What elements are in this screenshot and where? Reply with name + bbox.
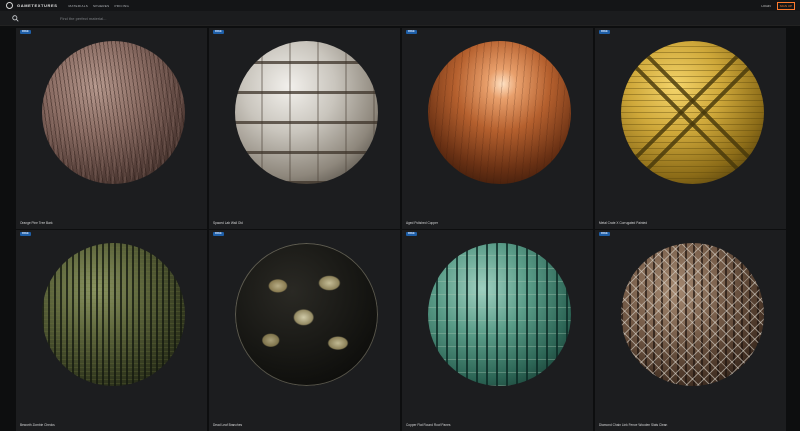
nav-item-spheres[interactable]: SPHERES [93, 4, 109, 8]
main-nav: MATERIALS SPHERES PRICING [69, 4, 135, 8]
free-badge: FREE [20, 30, 31, 34]
site-logo[interactable]: GAMETEXTURES [6, 2, 58, 9]
leaf-sphere-icon [234, 243, 378, 386]
roof-sphere-icon [427, 243, 571, 386]
nav-item-pricing[interactable]: PRICING [114, 4, 129, 8]
material-card[interactable]: FREE Copper Flat Round Roof Panes [402, 230, 593, 431]
login-link[interactable]: LOGIN [761, 4, 770, 8]
material-grid: FREE Orange Pine Tree Bark FREE Spaced L… [16, 28, 790, 431]
material-name[interactable]: Copper Flat Round Roof Panes [406, 423, 450, 427]
material-name[interactable]: Diamond Chain Link Fence Wooden Slats Cl… [599, 423, 667, 427]
nav-item-materials[interactable]: MATERIALS [69, 4, 88, 8]
free-badge: FREE [599, 30, 610, 34]
material-card[interactable]: FREE Spaced Lab Wall Old [209, 28, 400, 229]
material-name[interactable]: Beworth Zombie Checks [20, 423, 55, 427]
free-badge: FREE [599, 232, 610, 236]
search-bar [0, 11, 800, 26]
logo-icon [6, 2, 13, 9]
material-name[interactable]: Dead Leaf Branches [213, 423, 242, 427]
bark-sphere-icon [41, 41, 185, 184]
fence-sphere-icon [620, 243, 764, 386]
material-card[interactable]: FREE Metal Crate X Corrugated Painted [595, 28, 786, 229]
organic-sphere-icon [41, 243, 185, 386]
material-card[interactable]: FREE Orange Pine Tree Bark [16, 28, 207, 229]
signup-button[interactable]: SIGN UP [776, 1, 795, 10]
free-badge: FREE [213, 232, 224, 236]
material-name[interactable]: Spaced Lab Wall Old [213, 221, 243, 225]
crate-sphere-icon [620, 41, 764, 184]
top-navigation-bar: GAMETEXTURES MATERIALS SPHERES PRICING L… [0, 0, 800, 11]
search-icon[interactable] [0, 11, 30, 26]
account-actions: LOGIN SIGN UP [761, 1, 795, 10]
material-card[interactable]: FREE Diamond Chain Link Fence Wooden Sla… [595, 230, 786, 431]
logo-text: GAMETEXTURES [17, 3, 58, 8]
free-badge: FREE [406, 30, 417, 34]
free-badge: FREE [406, 232, 417, 236]
material-card[interactable]: FREE Beworth Zombie Checks [16, 230, 207, 431]
free-badge: FREE [20, 232, 31, 236]
material-card[interactable]: FREE Aged Polished Copper [402, 28, 593, 229]
material-name[interactable]: Aged Polished Copper [406, 221, 438, 225]
copper-sphere-icon [427, 41, 571, 184]
free-badge: FREE [213, 30, 224, 34]
metal-plate-sphere-icon [234, 41, 378, 184]
search-input[interactable] [60, 15, 360, 21]
material-name[interactable]: Metal Crate X Corrugated Painted [599, 221, 647, 225]
material-card[interactable]: FREE Dead Leaf Branches [209, 230, 400, 431]
material-name[interactable]: Orange Pine Tree Bark [20, 221, 53, 225]
